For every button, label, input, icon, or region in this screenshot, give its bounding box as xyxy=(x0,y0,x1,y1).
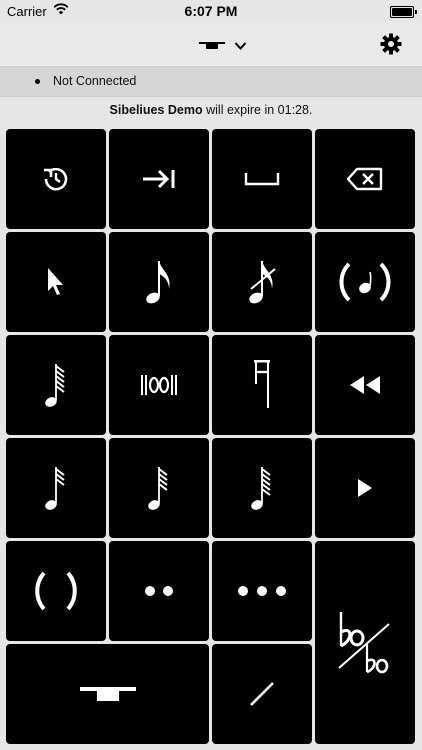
flat-flat-icon xyxy=(337,610,393,676)
eighth-note-icon xyxy=(144,259,174,305)
acciaccatura-button[interactable] xyxy=(212,232,312,332)
status-bar: Carrier 6:07 PM xyxy=(0,0,422,22)
parentheses-icon xyxy=(34,571,78,611)
three-dots-icon xyxy=(236,585,288,597)
tremolo-five-icon xyxy=(250,465,274,511)
connection-status-bar: Not Connected xyxy=(0,66,422,97)
slash-button[interactable] xyxy=(212,644,312,744)
eighth-note-button[interactable] xyxy=(109,232,209,332)
battery-icon xyxy=(390,6,417,18)
tremolo-three-button[interactable] xyxy=(109,438,209,538)
two-dots-icon xyxy=(142,585,176,597)
tremolo-four-icon xyxy=(44,362,68,408)
connection-status-text: Not Connected xyxy=(53,74,137,88)
undo-icon xyxy=(41,164,71,194)
play-button[interactable] xyxy=(315,438,415,538)
stem-flag-button[interactable] xyxy=(212,335,312,435)
tremolo-three-icon xyxy=(147,465,171,511)
demo-expiry-message: will expire in 01:28. xyxy=(206,103,313,117)
connection-dot-icon xyxy=(35,79,40,84)
undo-button[interactable] xyxy=(6,129,106,229)
keypad-grid xyxy=(6,129,416,746)
tenuto-icon[interactable] xyxy=(199,38,225,56)
gear-icon[interactable] xyxy=(380,33,402,60)
double-dot-button[interactable] xyxy=(109,541,209,641)
backspace-button[interactable] xyxy=(315,129,415,229)
fermata-paren-icon xyxy=(337,262,393,302)
acciaccatura-icon xyxy=(245,259,279,305)
demo-expiry-notice: Sibeliues Demo will expire in 01:28. xyxy=(0,103,422,117)
tremolo-five-button[interactable] xyxy=(212,438,312,538)
nav-bar xyxy=(0,22,422,66)
space-button[interactable] xyxy=(212,129,312,229)
clock: 6:07 PM xyxy=(184,3,238,19)
rewind-icon xyxy=(348,375,382,395)
select-button[interactable] xyxy=(6,232,106,332)
tremolo-four-button[interactable] xyxy=(6,335,106,435)
flat-flat-button[interactable] xyxy=(315,541,415,744)
tab-icon xyxy=(142,168,176,190)
rewind-button[interactable] xyxy=(315,335,415,435)
backspace-icon xyxy=(347,167,383,191)
chevron-down-icon[interactable] xyxy=(234,38,247,56)
play-icon xyxy=(357,478,373,498)
tremolo-two-button[interactable] xyxy=(6,438,106,538)
repeat-bar-icon xyxy=(140,373,178,397)
stem-flag-icon xyxy=(252,360,272,410)
tenuto-button[interactable] xyxy=(6,644,209,744)
fermata-paren-button[interactable] xyxy=(315,232,415,332)
pointer-icon xyxy=(46,267,66,297)
tremolo-two-icon xyxy=(44,465,68,511)
space-icon xyxy=(244,172,280,186)
repeat-bar-button[interactable] xyxy=(109,335,209,435)
demo-product-name: Sibeliues Demo xyxy=(109,103,203,117)
tenuto-wide-icon xyxy=(79,686,136,702)
parentheses-button[interactable] xyxy=(6,541,106,641)
slash-icon xyxy=(249,681,275,707)
tab-button[interactable] xyxy=(109,129,209,229)
triple-dot-button[interactable] xyxy=(212,541,312,641)
